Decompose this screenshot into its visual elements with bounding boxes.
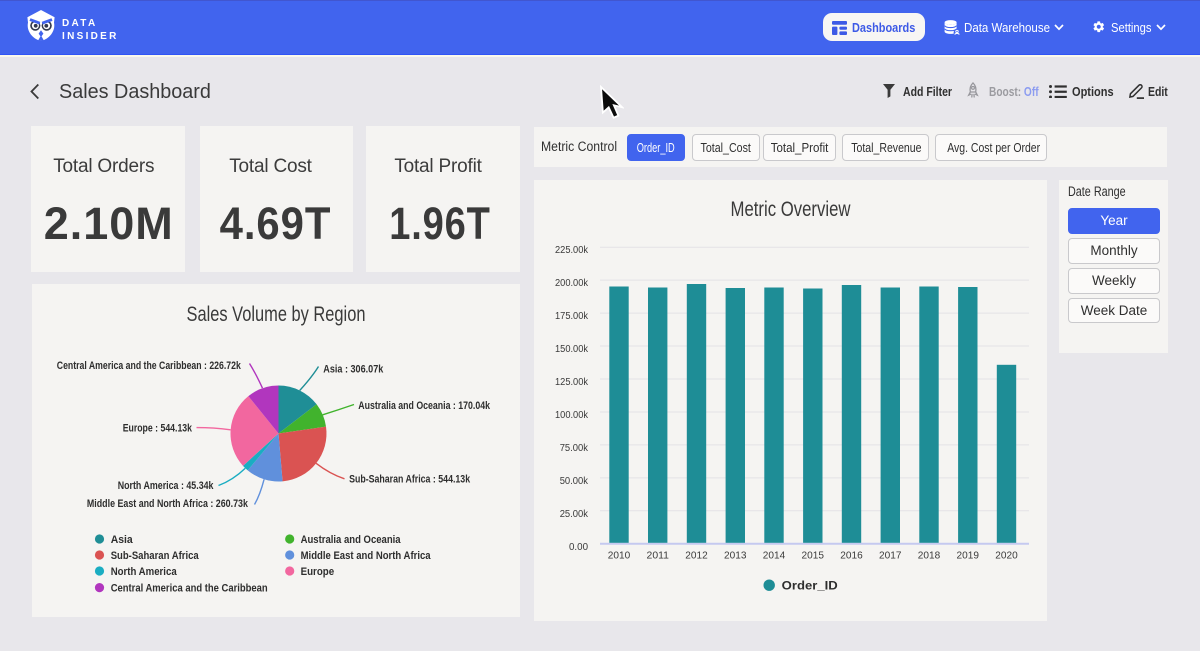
- svg-text:2020: 2020: [995, 550, 1018, 562]
- svg-text:2019: 2019: [957, 550, 980, 562]
- svg-text:Asia : 306.07k: Asia : 306.07k: [323, 364, 384, 376]
- svg-text:Order_ID: Order_ID: [782, 578, 838, 592]
- svg-text:75.00k: 75.00k: [560, 443, 589, 454]
- svg-text:2016: 2016: [840, 550, 863, 562]
- svg-text:2015: 2015: [802, 550, 825, 562]
- svg-text:2012: 2012: [685, 550, 708, 562]
- svg-text:Australia and Oceania: Australia and Oceania: [301, 534, 402, 546]
- svg-text:North America : 45.34k: North America : 45.34k: [118, 480, 215, 492]
- svg-text:Central America and the Caribb: Central America and the Caribbean: [111, 582, 268, 594]
- svg-text:200.00k: 200.00k: [555, 278, 589, 289]
- svg-text:Middle East and North Africa: Middle East and North Africa: [301, 550, 432, 562]
- svg-text:Central America and the Caribb: Central America and the Caribbean : 226.…: [57, 360, 242, 372]
- svg-text:50.00k: 50.00k: [560, 476, 589, 487]
- svg-text:25.00k: 25.00k: [560, 509, 589, 520]
- svg-text:125.00k: 125.00k: [555, 377, 589, 388]
- svg-text:175.00k: 175.00k: [555, 311, 589, 322]
- svg-text:Asia: Asia: [111, 534, 134, 546]
- svg-text:Middle East and North Africa :: Middle East and North Africa : 260.73k: [87, 498, 249, 510]
- svg-text:Europe: Europe: [301, 566, 335, 578]
- svg-text:0.00: 0.00: [569, 542, 588, 553]
- svg-text:2014: 2014: [763, 550, 786, 562]
- svg-text:Sub-Saharan Africa: Sub-Saharan Africa: [111, 550, 200, 562]
- svg-text:225.00k: 225.00k: [555, 245, 589, 256]
- svg-text:2018: 2018: [918, 550, 941, 562]
- svg-text:2013: 2013: [724, 550, 747, 562]
- svg-text:2017: 2017: [879, 550, 902, 562]
- svg-text:North America: North America: [111, 566, 178, 578]
- svg-text:Europe : 544.13k: Europe : 544.13k: [123, 423, 193, 435]
- svg-text:Australia and Oceania : 170.04: Australia and Oceania : 170.04k: [358, 400, 490, 412]
- svg-text:150.00k: 150.00k: [555, 344, 589, 355]
- svg-text:100.00k: 100.00k: [555, 410, 589, 421]
- svg-text:2010: 2010: [608, 550, 631, 562]
- svg-text:2011: 2011: [647, 550, 670, 562]
- svg-text:Sub-Saharan Africa : 544.13k: Sub-Saharan Africa : 544.13k: [349, 474, 471, 486]
